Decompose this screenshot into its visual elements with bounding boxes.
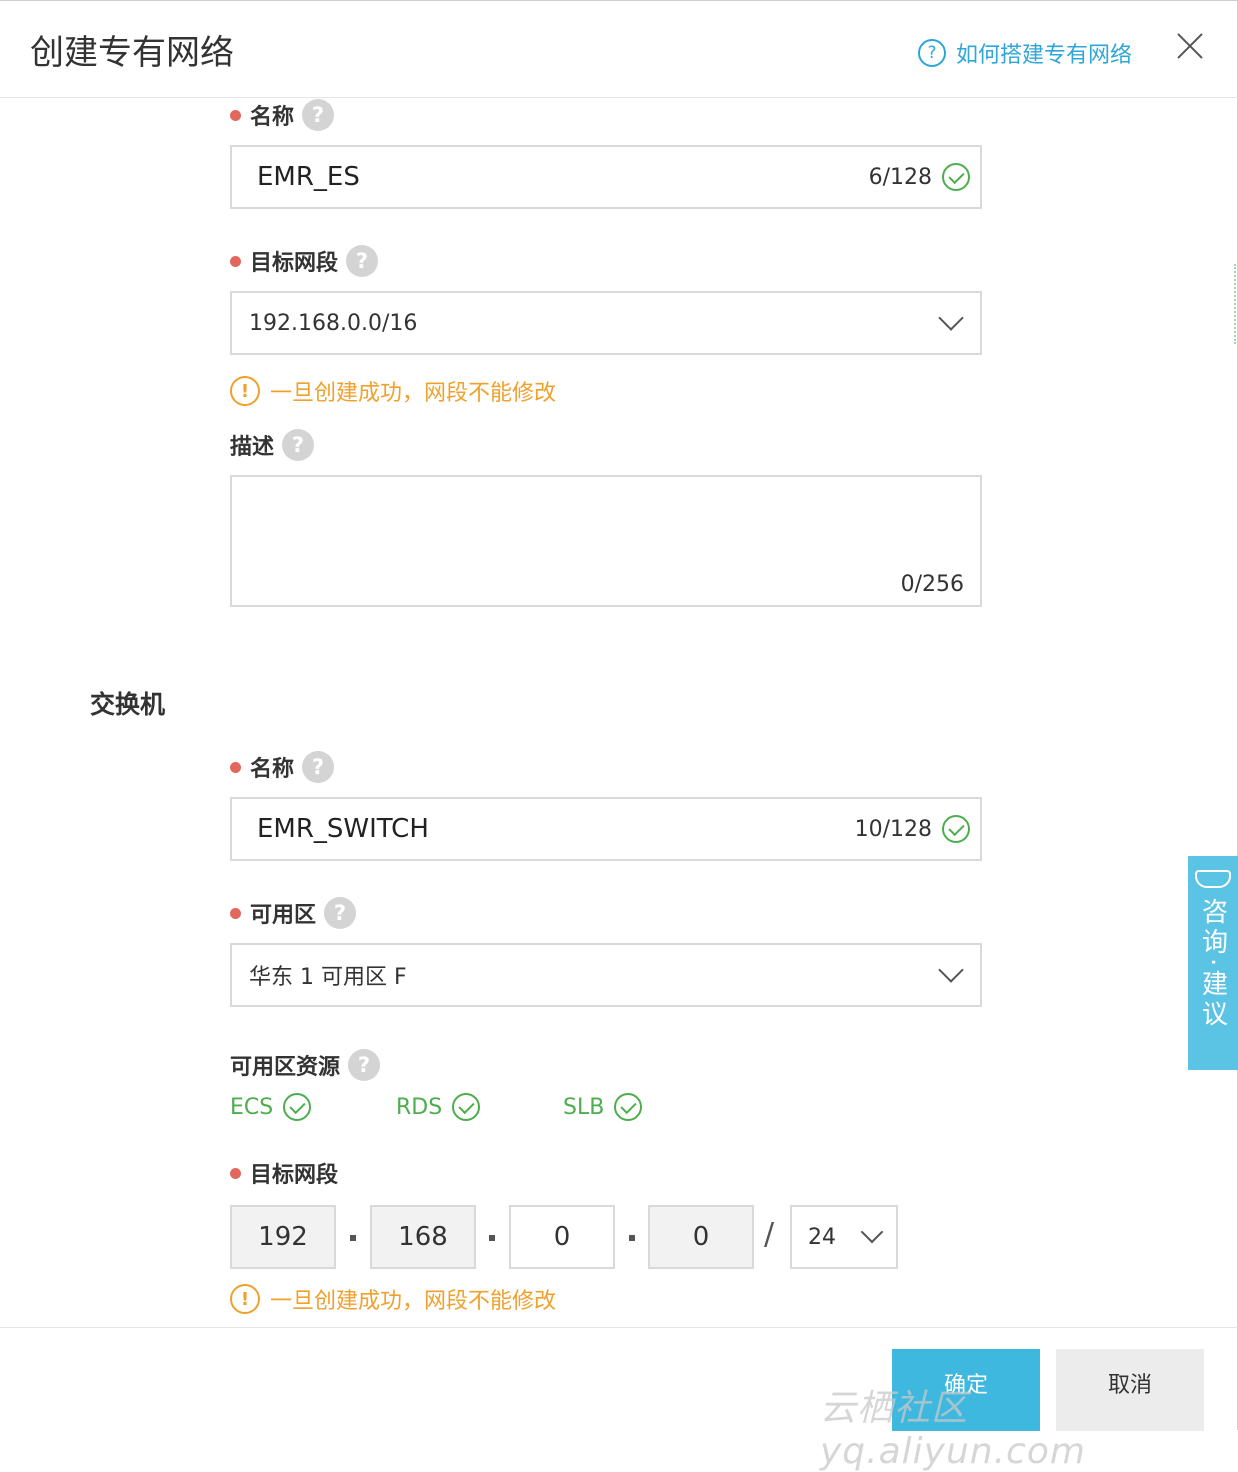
- help-link[interactable]: ? 如何搭建专有网络: [918, 37, 1132, 69]
- footer-divider: [0, 1327, 1238, 1328]
- zone-resources-label: 可用区资源: [230, 1055, 341, 1080]
- vswitch-section-title: 交换机: [90, 690, 166, 719]
- help-link-label: 如何搭建专有网络: [956, 43, 1133, 68]
- question-icon[interactable]: ?: [348, 1049, 381, 1081]
- vpc-name-count: 6/128: [868, 164, 932, 190]
- resource-label: ECS: [230, 1094, 274, 1120]
- create-vpc-dialog: 创建专有网络 ? 如何搭建专有网络 名称 ? EMR_ES 6/128 目标网段…: [0, 0, 1238, 1472]
- vpc-desc-count: 0/256: [900, 572, 964, 597]
- exclamation-circle-icon: !: [230, 1284, 260, 1314]
- cidr-slash: /: [764, 1217, 775, 1252]
- vswitch-name-count: 10/128: [854, 816, 932, 842]
- question-icon[interactable]: ?: [282, 429, 315, 461]
- check-circle-icon: [452, 1093, 481, 1121]
- zone-label: 可用区: [250, 903, 317, 928]
- vpc-name-value: EMR_ES: [257, 162, 360, 192]
- chat-icon: [1195, 870, 1231, 888]
- vpc-name-input[interactable]: EMR_ES 6/128: [230, 145, 982, 209]
- segment-separator: [629, 1235, 635, 1241]
- cidr-segment-4: 0: [648, 1205, 754, 1269]
- vswitch-cidr-warning: ! 一旦创建成功，网段不能修改: [230, 1283, 556, 1315]
- dialog-title: 创建专有网络: [30, 33, 234, 73]
- vpc-cidr-warning-text: 一旦创建成功，网段不能修改: [270, 381, 557, 406]
- required-dot: [230, 907, 241, 919]
- required-dot: [230, 109, 241, 121]
- vpc-cidr-label-row: 目标网段 ?: [230, 245, 379, 277]
- resource-label: RDS: [396, 1094, 443, 1120]
- resource-ecs: ECS: [230, 1093, 312, 1121]
- feedback-side-tab[interactable]: 咨询·建议: [1188, 856, 1238, 1070]
- vswitch-cidr-warning-text: 一旦创建成功，网段不能修改: [270, 1289, 557, 1314]
- chevron-down-icon: [938, 957, 964, 983]
- edge-decoration: [1234, 264, 1238, 344]
- vpc-cidr-value: 192.168.0.0/16: [249, 310, 418, 336]
- vpc-cidr-select[interactable]: 192.168.0.0/16: [230, 291, 982, 355]
- question-icon[interactable]: ?: [302, 99, 335, 131]
- segment-separator: [350, 1235, 356, 1241]
- resource-rds: RDS: [396, 1093, 481, 1121]
- question-icon[interactable]: ?: [346, 245, 379, 277]
- cidr-mask-value: 24: [808, 1224, 836, 1250]
- vpc-cidr-label: 目标网段: [250, 251, 339, 276]
- zone-label-row: 可用区 ?: [230, 897, 357, 929]
- check-circle-icon: [942, 815, 970, 843]
- vswitch-name-label: 名称: [250, 757, 295, 782]
- required-dot: [230, 761, 241, 773]
- header-divider: [0, 97, 1238, 98]
- cidr-mask-select[interactable]: 24: [790, 1205, 898, 1269]
- vswitch-name-label-row: 名称 ?: [230, 751, 335, 783]
- check-circle-icon: [283, 1093, 312, 1121]
- vswitch-cidr-label-row: 目标网段: [230, 1157, 338, 1189]
- vpc-desc-textarea[interactable]: 0/256: [230, 475, 982, 607]
- zone-value: 华东 1 可用区 F: [249, 965, 407, 990]
- chevron-down-icon: [860, 1220, 884, 1244]
- vswitch-cidr-label: 目标网段: [250, 1163, 339, 1188]
- required-dot: [230, 1167, 241, 1179]
- question-circle-icon: ?: [918, 39, 946, 67]
- vpc-cidr-warning: ! 一旦创建成功，网段不能修改: [230, 375, 556, 407]
- question-icon[interactable]: ?: [302, 751, 335, 783]
- vswitch-name-value: EMR_SWITCH: [257, 814, 429, 844]
- close-icon[interactable]: [1174, 29, 1206, 61]
- resource-slb: SLB: [563, 1093, 643, 1121]
- cidr-segment-1: 192: [230, 1205, 336, 1269]
- zone-select[interactable]: 华东 1 可用区 F: [230, 943, 982, 1007]
- required-dot: [230, 255, 241, 267]
- resource-label: SLB: [563, 1094, 605, 1120]
- watermark: 云栖社区 yq.aliyun.com: [820, 1388, 1086, 1472]
- zone-resources-label-row: 可用区资源 ?: [230, 1049, 381, 1081]
- exclamation-circle-icon: !: [230, 376, 260, 406]
- cidr-segment-3-input[interactable]: 0: [509, 1205, 615, 1269]
- check-circle-icon: [942, 163, 970, 191]
- question-icon[interactable]: ?: [324, 897, 357, 929]
- vpc-desc-label-row: 描述 ?: [230, 429, 315, 461]
- chevron-down-icon: [938, 305, 964, 331]
- check-circle-icon: [614, 1093, 643, 1121]
- segment-separator: [489, 1235, 495, 1241]
- feedback-label: 咨询·建议: [1197, 898, 1228, 1031]
- vpc-name-label: 名称: [250, 105, 295, 130]
- vpc-name-label-row: 名称 ?: [230, 99, 335, 131]
- cidr-segment-2: 168: [370, 1205, 476, 1269]
- vpc-desc-label: 描述: [230, 435, 275, 460]
- vswitch-name-input[interactable]: EMR_SWITCH 10/128: [230, 797, 982, 861]
